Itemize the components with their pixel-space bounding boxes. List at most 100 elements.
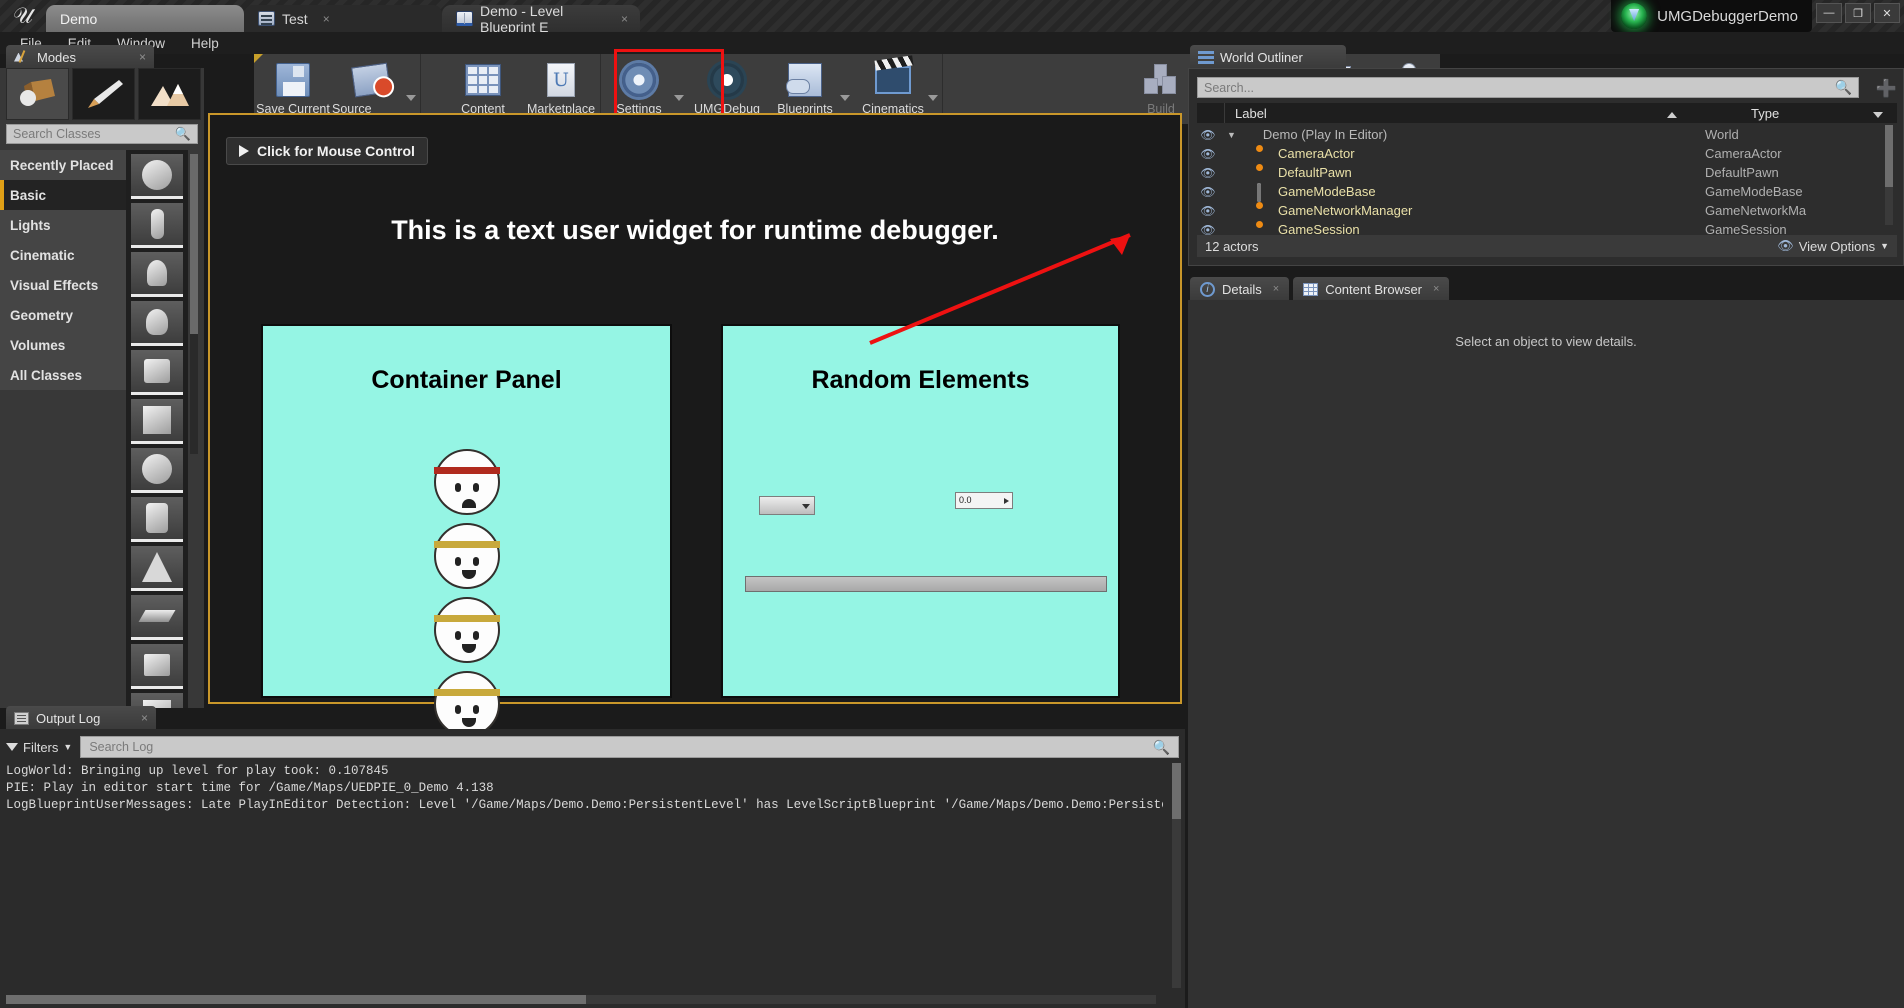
log-search-input[interactable]: Search Log 🔍 — [80, 736, 1179, 758]
category-label: Volumes — [10, 337, 66, 353]
mode-button-landscape[interactable] — [138, 68, 201, 120]
tab-content-browser[interactable]: Content Browser × — [1293, 277, 1450, 301]
outliner-header-row: Label Type — [1197, 103, 1897, 123]
level-viewport[interactable]: Click for Mouse Control This is a text u… — [208, 113, 1182, 737]
asset-thumb[interactable] — [131, 497, 183, 542]
outliner-scrollbar[interactable] — [1885, 125, 1893, 225]
search-classes-placeholder: Search Classes — [13, 127, 101, 141]
actor-count: 12 actors — [1205, 238, 1259, 254]
headband-icon — [433, 615, 500, 622]
sort-descending-icon[interactable] — [1873, 111, 1883, 118]
click-for-mouse-control-button[interactable]: Click for Mouse Control — [226, 137, 428, 165]
asset-thumb[interactable] — [131, 448, 183, 493]
filters-button[interactable]: Filters ▼ — [6, 740, 72, 755]
search-icon[interactable]: 🔍 — [1153, 739, 1170, 756]
close-button[interactable]: ✕ — [1874, 3, 1900, 23]
column-header-label[interactable]: Label — [1225, 106, 1747, 121]
category-visual-effects[interactable]: Visual Effects — [0, 270, 126, 300]
window-tab-test[interactable]: Test × — [244, 5, 442, 32]
category-label: Basic — [10, 187, 47, 203]
chevron-down-icon[interactable] — [928, 95, 938, 101]
category-lights[interactable]: Lights — [0, 210, 126, 240]
output-log-horizontal-scrollbar[interactable] — [6, 995, 1156, 1004]
umg-container-panel[interactable]: Container Panel — [261, 324, 672, 737]
asset-thumb[interactable] — [131, 154, 183, 199]
asset-thumb[interactable] — [131, 644, 183, 689]
visibility-eye-icon[interactable]: 👁 — [1197, 128, 1219, 142]
visibility-eye-icon[interactable]: 👁 — [1197, 185, 1219, 199]
outliner-row-label: CameraActor — [1278, 146, 1355, 161]
menu-item-help[interactable]: Help — [179, 34, 231, 53]
category-basic[interactable]: Basic — [0, 180, 126, 210]
project-orb-icon — [1621, 3, 1648, 29]
mode-button-paint[interactable] — [72, 68, 135, 120]
close-icon[interactable]: × — [1433, 283, 1439, 295]
modes-scrollbar[interactable] — [190, 154, 198, 454]
close-icon[interactable]: × — [621, 12, 628, 26]
gamemode-icon — [1257, 183, 1272, 202]
widget-slider[interactable] — [745, 576, 1107, 592]
mouse-control-label: Click for Mouse Control — [257, 143, 415, 159]
tab-world-outliner[interactable]: World Outliner — [1190, 45, 1346, 69]
face-item — [433, 449, 500, 515]
outliner-row-defaultpawn[interactable]: 👁 DefaultPawn DefaultPawn — [1197, 163, 1897, 182]
content-grid-icon — [463, 61, 503, 99]
search-icon[interactable]: 🔍 — [175, 126, 191, 142]
asset-thumbnail-list[interactable] — [126, 150, 188, 708]
category-recently-placed[interactable]: Recently Placed — [0, 150, 126, 180]
outliner-row-world[interactable]: 👁 ▼ Demo (Play In Editor) World — [1197, 125, 1897, 144]
view-options-label: View Options — [1798, 238, 1876, 254]
close-icon[interactable]: × — [1273, 283, 1279, 295]
chevron-down-icon[interactable] — [840, 95, 850, 101]
category-geometry[interactable]: Geometry — [0, 300, 126, 330]
search-classes-input[interactable]: Search Classes 🔍 — [6, 124, 198, 144]
asset-thumb[interactable] — [131, 399, 183, 444]
chevron-down-icon[interactable] — [406, 95, 416, 101]
visibility-eye-icon[interactable]: 👁 — [1197, 147, 1219, 161]
window-tab-demo[interactable]: Demo — [46, 5, 244, 32]
outliner-footer: 12 actors 👁 View Options ▼ — [1197, 235, 1897, 257]
visibility-eye-icon[interactable]: 👁 — [1197, 204, 1219, 218]
widget-combobox[interactable] — [759, 496, 815, 515]
tab-output-log[interactable]: Output Log × — [6, 706, 156, 730]
outliner-row-gamemodebase[interactable]: 👁 GameModeBase GameModeBase — [1197, 182, 1897, 202]
output-log-vertical-scrollbar[interactable] — [1172, 763, 1181, 988]
close-icon[interactable]: × — [323, 12, 330, 26]
sort-ascending-icon[interactable] — [1667, 111, 1677, 118]
build-blocks-icon — [1141, 61, 1181, 99]
asset-thumb[interactable] — [131, 546, 183, 591]
close-icon[interactable]: × — [139, 50, 146, 64]
view-options-button[interactable]: 👁 View Options ▼ — [1777, 238, 1889, 254]
face-item — [433, 597, 500, 663]
chevron-down-icon: ▼ — [1880, 241, 1889, 251]
widget-icon — [258, 11, 275, 26]
restore-button[interactable]: ❐ — [1845, 3, 1871, 23]
asset-thumb[interactable] — [131, 203, 183, 248]
outliner-row-gamenetworkmanager[interactable]: 👁 GameNetworkManager GameNetworkMa — [1197, 201, 1897, 220]
asset-thumb[interactable] — [131, 301, 183, 346]
category-volumes[interactable]: Volumes — [0, 330, 126, 360]
asset-thumb[interactable] — [131, 350, 183, 395]
column-header-type-text: Type — [1751, 105, 1780, 121]
umg-random-elements-panel[interactable]: Random Elements 0.0 — [721, 324, 1120, 698]
column-header-type[interactable]: Type — [1747, 106, 1897, 121]
tab-modes[interactable]: Modes × — [6, 45, 154, 69]
search-icon[interactable]: 🔍 — [1835, 79, 1852, 96]
tab-details[interactable]: i Details × — [1190, 277, 1290, 301]
outliner-list-icon — [1198, 50, 1214, 64]
asset-thumb[interactable] — [131, 595, 183, 640]
widget-spinbox[interactable]: 0.0 — [955, 492, 1013, 509]
random-elements-title: Random Elements — [811, 366, 1030, 394]
visibility-eye-icon[interactable]: 👁 — [1197, 166, 1219, 180]
close-icon[interactable]: × — [141, 711, 148, 725]
mode-button-place[interactable] — [6, 68, 69, 120]
minimize-button[interactable]: — — [1816, 3, 1842, 23]
asset-thumb[interactable] — [131, 252, 183, 297]
category-cinematic[interactable]: Cinematic — [0, 240, 126, 270]
outliner-search-input[interactable]: Search... 🔍 — [1197, 77, 1859, 98]
outliner-row-cameraactor[interactable]: 👁 CameraActor CameraActor — [1197, 144, 1897, 163]
window-tab-level-blueprint[interactable]: Demo - Level Blueprint E × — [442, 3, 640, 35]
add-column-icon[interactable]: ➕ — [1876, 79, 1897, 99]
world-outliner-panel: Search... 🔍 ➕ Label Type 👁 ▼ Demo (Play … — [1188, 68, 1904, 266]
category-all-classes[interactable]: All Classes — [0, 360, 126, 390]
